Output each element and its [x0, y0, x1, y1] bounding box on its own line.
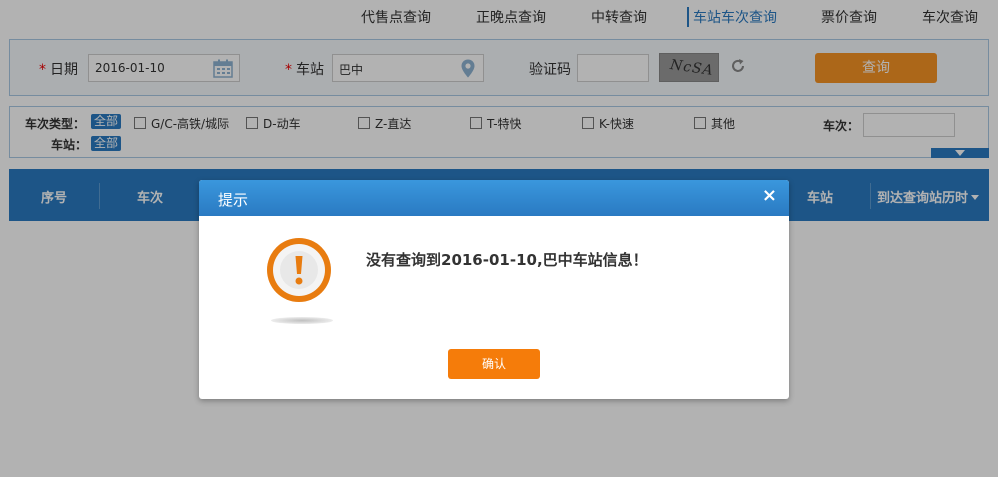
- dialog-title: 提示: [218, 191, 249, 209]
- confirm-button[interactable]: 确认: [448, 349, 540, 379]
- close-icon[interactable]: ×: [762, 185, 777, 206]
- dialog-header: 提示 ×: [199, 180, 789, 216]
- alert-dialog: 提示 × 没有查询到2016-01-10,巴中车站信息！ 确认: [199, 180, 789, 399]
- warning-icon: [267, 238, 331, 302]
- dialog-message: 没有查询到2016-01-10,巴中车站信息！: [366, 251, 648, 269]
